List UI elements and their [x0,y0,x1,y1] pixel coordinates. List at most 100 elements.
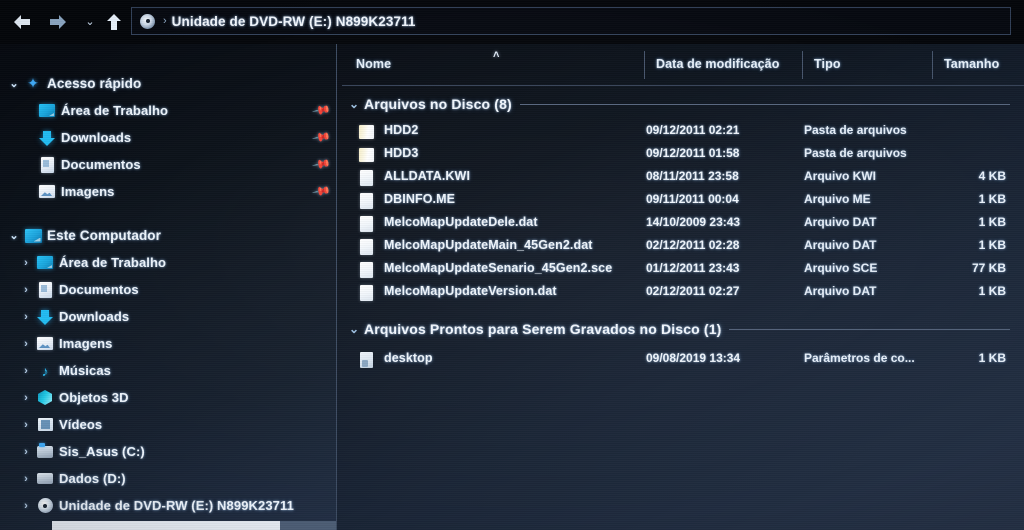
file-type: Arquivo DAT [804,238,877,252]
chevron-right-icon[interactable]: › [18,284,34,296]
chevron-right-icon[interactable]: › [18,311,34,323]
column-header-nome[interactable]: Nome [356,57,391,71]
table-row[interactable]: ALLDATA.KWI 08/11/2011 23:58 Arquivo KWI… [336,166,1024,189]
group-label: Arquivos no Disco (8) [364,96,512,112]
group-header-arquivos-prontos[interactable]: ⌄ Arquivos Prontos para Serem Gravados n… [336,316,1024,342]
sidebar-item-pc-area-de-trabalho[interactable]: › Área de Trabalho [0,249,336,276]
chevron-right-icon[interactable]: › [18,419,34,431]
sidebar-item-pc-downloads[interactable]: › Downloads [0,303,336,330]
sidebar-item-label: Downloads [59,309,130,324]
file-name: desktop [384,351,433,365]
table-row[interactable]: MelcoMapUpdateSenario_45Gen2.sce 01/12/2… [336,258,1024,281]
table-row[interactable]: desktop 09/08/2019 13:34 Parâmetros de c… [336,348,1024,371]
file-type: Pasta de arquivos [804,123,907,137]
sidebar-item-label: Área de Trabalho [59,255,167,270]
file-date: 09/12/2011 02:21 [646,123,740,137]
chevron-down-icon[interactable]: ⌄ [344,322,364,336]
sidebar-item-pc-videos[interactable]: › Vídeos [0,411,336,438]
sidebar-item-label: Vídeos [59,417,103,432]
sidebar-item-area-de-trabalho[interactable]: Área de Trabalho 📌 [0,97,336,124]
star-icon: ✦ [27,75,39,91]
header-underline [342,85,1024,86]
sidebar-item-downloads[interactable]: Downloads 📌 [0,124,336,151]
address-bar[interactable]: › Unidade de DVD-RW (E:) N899K23711 [131,7,1011,35]
sidebar-item-label: Objetos 3D [59,390,129,405]
group-rule [729,328,1010,330]
sidebar-item-label: Documentos [59,282,139,297]
sidebar-item-label: Músicas [59,363,112,378]
sidebar-item-pc-objetos-3d[interactable]: › Objetos 3D [0,384,336,411]
file-name: HDD3 [384,146,419,160]
file-type: Arquivo SCE [804,261,878,275]
chevron-right-icon[interactable]: › [18,365,34,377]
file-size: 1 KB [978,192,1006,206]
scrollbar-thumb[interactable] [52,521,280,530]
column-divider[interactable] [802,51,803,79]
column-header-data-modificacao[interactable]: Data de modificação [656,57,779,71]
table-row[interactable]: MelcoMapUpdateMain_45Gen2.dat 02/12/2011… [336,235,1024,258]
breadcrumb-separator: › [163,15,167,27]
pin-icon[interactable]: 📌 [311,100,331,120]
file-type: Arquivo ME [804,192,871,206]
sidebar-item-label: Documentos [61,157,141,172]
sidebar-item-dados-d[interactable]: › Dados (D:) [0,465,336,492]
chevron-down-icon[interactable]: ⌄ [6,77,22,90]
chevron-down-icon[interactable]: ⌄ [344,97,364,111]
videos-icon [34,416,56,434]
sidebar-item-label: Imagens [61,184,115,199]
sidebar-item-pc-imagens[interactable]: › Imagens [0,330,336,357]
table-row[interactable]: MelcoMapUpdateDele.dat 14/10/2009 23:43 … [336,212,1024,235]
column-divider[interactable] [644,51,645,79]
sidebar-item-imagens[interactable]: Imagens 📌 [0,178,336,205]
pictures-icon [36,183,58,201]
group-label: Arquivos Prontos para Serem Gravados no … [364,321,722,337]
table-row[interactable]: HDD3 09/12/2011 01:58 Pasta de arquivos [336,143,1024,166]
sidebar-item-pc-documentos[interactable]: › Documentos [0,276,336,303]
file-date: 02/12/2011 02:28 [646,238,740,252]
file-size: 77 KB [971,261,1006,275]
sidebar-item-acesso-rapido[interactable]: ⌄ ✦ Acesso rápido [0,70,336,97]
pin-icon[interactable]: 📌 [311,154,331,174]
chevron-right-icon[interactable]: › [18,392,34,404]
file-size: 1 KB [978,215,1006,229]
sidebar-item-label: Sis_Asus (C:) [59,444,145,459]
download-icon [36,129,58,147]
file-date: 09/08/2019 13:34 [646,351,741,365]
sidebar-item-sis-asus-c[interactable]: › Sis_Asus (C:) [0,438,336,465]
table-row[interactable]: HDD2 09/12/2011 02:21 Pasta de arquivos [336,120,1024,143]
file-name: MelcoMapUpdateSenario_45Gen2.sce [384,261,613,275]
file-size: 1 KB [978,238,1006,252]
chevron-right-icon[interactable]: › [18,257,34,269]
horizontal-scrollbar[interactable] [52,521,336,530]
file-date: 01/12/2011 23:43 [646,261,740,275]
column-divider[interactable] [932,51,933,79]
pin-icon[interactable]: 📌 [311,127,331,147]
file-name: HDD2 [384,123,419,137]
table-row[interactable]: MelcoMapUpdateVersion.dat 02/12/2011 02:… [336,281,1024,304]
sidebar-item-documentos[interactable]: Documentos 📌 [0,151,336,178]
column-header-tipo[interactable]: Tipo [814,57,841,71]
file-list-pane[interactable]: Nome ˄ Data de modificação Tipo Tamanho … [336,44,1024,530]
navigation-pane[interactable]: ⌄ ✦ Acesso rápido Área de Trabalho 📌 Dow… [0,44,336,530]
chevron-right-icon[interactable]: › [18,500,34,512]
file-icon [358,169,375,186]
group-header-arquivos-no-disco[interactable]: ⌄ Arquivos no Disco (8) [336,91,1024,117]
column-header-tamanho[interactable]: Tamanho [944,57,999,71]
sidebar-item-label: Área de Trabalho [61,103,169,118]
sidebar-item-pc-musicas[interactable]: › ♪ Músicas [0,357,336,384]
forward-arrow-icon[interactable] [44,8,72,36]
sidebar-item-label: Unidade de DVD-RW (E:) N899K23711 [59,498,294,513]
file-icon [358,238,375,255]
chevron-right-icon[interactable]: › [18,473,34,485]
sidebar-item-este-computador[interactable]: ⌄ Este Computador [0,222,336,249]
back-arrow-icon[interactable] [8,8,36,36]
sidebar-item-dvd-rw-e[interactable]: › Unidade de DVD-RW (E:) N899K23711 [0,492,336,519]
table-row[interactable]: DBINFO.ME 09/11/2011 00:04 Arquivo ME 1 … [336,189,1024,212]
file-name: MelcoMapUpdateMain_45Gen2.dat [384,238,593,252]
chevron-right-icon[interactable]: › [18,446,34,458]
chevron-down-icon[interactable]: ⌄ [6,229,22,242]
file-icon [358,215,375,232]
up-arrow-icon[interactable] [100,8,128,36]
pin-icon[interactable]: 📌 [311,181,331,201]
chevron-right-icon[interactable]: › [18,338,34,350]
